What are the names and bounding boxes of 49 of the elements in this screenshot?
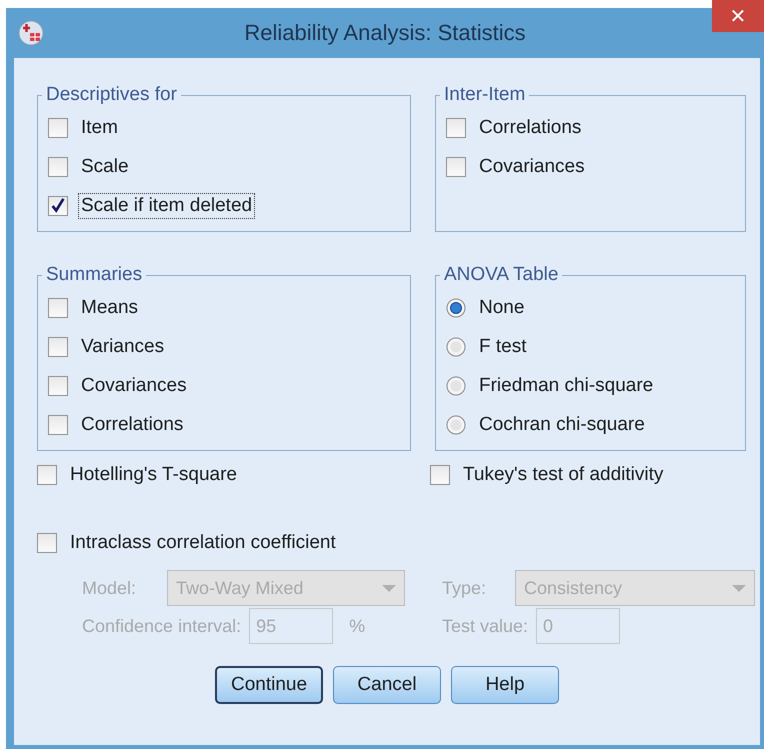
radio-button[interactable] [446, 336, 466, 356]
field-label: Model: [82, 578, 138, 598]
checkbox[interactable] [48, 156, 68, 176]
option-label: Tukey's test of additivity [462, 463, 664, 487]
option-label: Scale [80, 154, 130, 178]
dropdown-arrow-icon [732, 584, 746, 592]
option-label: Variances [80, 334, 166, 358]
option-label: Friedman chi-square [478, 374, 654, 398]
option-label: Covariances [478, 154, 586, 178]
option-label: Intraclass correlation coefficient [69, 531, 337, 555]
option-label: Scale if item deleted [78, 192, 256, 218]
checkbox[interactable] [48, 196, 68, 216]
radio-button[interactable] [446, 376, 466, 396]
field-label: % [349, 616, 366, 636]
table-icon [18, 20, 44, 46]
option-label: Correlations [478, 116, 582, 140]
window-title: Reliability Analysis: Statistics [243, 20, 527, 46]
option-label: Hotelling's T-square [69, 463, 238, 487]
option-label: Correlations [80, 412, 184, 436]
dialog-button[interactable]: Help [451, 666, 559, 704]
field-label: Type: [442, 578, 488, 598]
checkbox[interactable] [37, 533, 57, 553]
dialog-button[interactable]: Cancel [333, 666, 441, 704]
checkbox[interactable] [48, 336, 68, 356]
option-label: Cochran chi-square [478, 412, 646, 436]
group-title: Summaries [45, 264, 144, 286]
field-label: Confidence interval: [82, 616, 242, 636]
option-label: Covariances [80, 374, 188, 398]
option-label: None [478, 296, 526, 320]
radio-button[interactable] [446, 414, 466, 434]
checkbox[interactable] [430, 465, 450, 485]
close-button[interactable]: ✕ [712, 0, 764, 32]
checkbox[interactable] [446, 156, 466, 176]
checkbox[interactable] [48, 414, 68, 434]
group-title: ANOVA Table [443, 264, 560, 286]
dialog-button[interactable]: Continue [215, 666, 323, 704]
option-label: Means [80, 296, 140, 320]
group-title: Inter-Item [443, 84, 526, 106]
checkbox[interactable] [37, 465, 57, 485]
radio-button[interactable] [446, 298, 466, 318]
field-label: Test value: [442, 616, 528, 636]
checkbox[interactable] [48, 118, 68, 138]
group-title: Descriptives for [45, 84, 178, 106]
checkbox[interactable] [446, 118, 466, 138]
option-label: Item [80, 116, 119, 140]
option-label: F test [478, 334, 528, 358]
checkbox[interactable] [48, 376, 68, 396]
dropdown-arrow-icon [382, 584, 396, 592]
checkbox[interactable] [48, 298, 68, 318]
